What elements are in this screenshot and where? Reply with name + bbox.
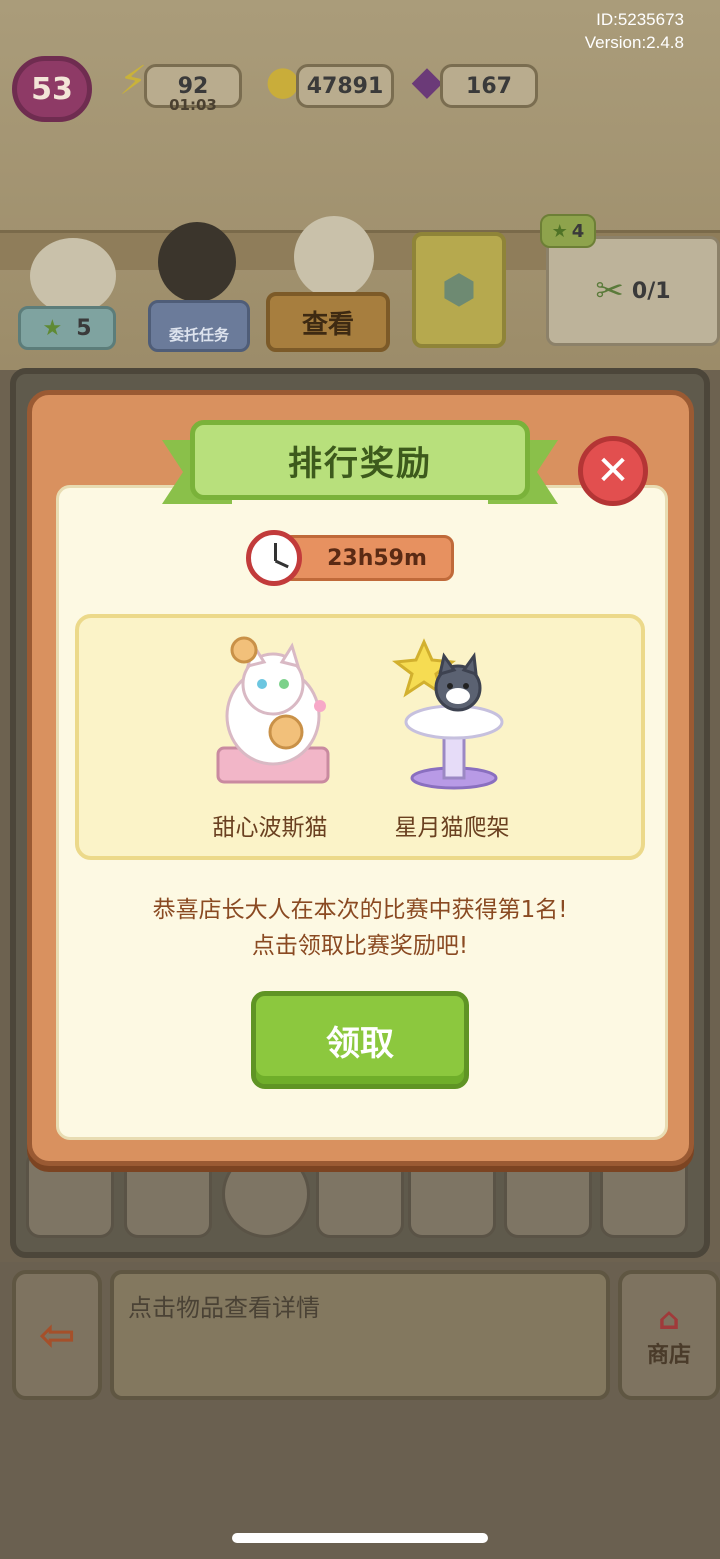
close-icon: ✕ xyxy=(596,448,630,494)
duck-builder-mascot[interactable] xyxy=(30,238,116,314)
dialog-title: 排行奖励 xyxy=(190,420,530,500)
coin-counter[interactable]: 47891 xyxy=(296,64,394,108)
exit-button[interactable]: ⇦ xyxy=(12,1270,102,1400)
shop-button[interactable]: ⌂ 商店 xyxy=(618,1270,720,1400)
star-count: 5 xyxy=(76,315,92,341)
countdown-timer: 23h59m xyxy=(282,535,454,581)
shop-label: 商店 xyxy=(646,1342,691,1368)
saw-icon: ✂ xyxy=(595,271,624,311)
energy-timer: 01:03 xyxy=(169,96,217,114)
version-label: Version:2.4.8 xyxy=(584,33,684,52)
persian-cat-figure-icon xyxy=(216,636,330,784)
hexagon-icon: ⬢ xyxy=(441,267,477,313)
clock-hand xyxy=(274,559,289,569)
star-icon: ★ xyxy=(551,220,568,242)
exit-arrow-icon: ⇦ xyxy=(38,1309,76,1361)
reward-name: 星月猫爬架 xyxy=(394,815,510,841)
reward-item-cat-tree[interactable] xyxy=(382,636,532,836)
claim-button[interactable]: 领取 xyxy=(251,991,469,1089)
gem-counter[interactable]: 167 xyxy=(440,64,538,108)
level-badge[interactable]: 53 xyxy=(12,56,92,122)
task-card[interactable]: ⬢ xyxy=(412,232,506,348)
duck-curly-mascot[interactable] xyxy=(158,222,236,302)
commission-task-button[interactable]: 委托任务 xyxy=(148,300,250,352)
home-indicator[interactable] xyxy=(232,1533,488,1543)
reward-list xyxy=(75,614,645,860)
tool-order-card[interactable]: ✂ 0/1 xyxy=(546,236,720,346)
star-counter[interactable]: ★ 5 xyxy=(18,306,116,350)
star-moon-cat-tree-icon xyxy=(392,638,504,790)
build-info: ID:5235673 Version:2.4.8 xyxy=(585,8,684,54)
message-line-2: 点击领取比赛奖励吧! xyxy=(251,933,469,959)
duck-officer-mascot[interactable] xyxy=(294,216,374,298)
item-detail-hint: 点击物品查看详情 xyxy=(110,1270,610,1400)
order-star-badge: ★ 4 xyxy=(540,214,596,248)
view-button[interactable]: 查看 xyxy=(266,292,390,352)
clock-icon xyxy=(246,530,302,586)
countdown-value: 23h59m xyxy=(327,545,427,571)
clock-hand xyxy=(274,543,277,561)
congratulation-message: 恭喜店长大人在本次的比赛中获得第1名! 点击领取比赛奖励吧! xyxy=(60,892,660,964)
player-id: ID:5235673 xyxy=(596,10,684,29)
order-progress: 0/1 xyxy=(631,278,671,304)
message-line-1: 恭喜店长大人在本次的比赛中获得第1名! xyxy=(152,897,568,923)
reward-item-persian-cat[interactable] xyxy=(198,636,348,836)
reward-name: 甜心波斯猫 xyxy=(212,815,328,841)
star-icon: ★ xyxy=(42,315,63,341)
order-star-count: 4 xyxy=(571,220,585,242)
shop-awning-icon: ⌂ xyxy=(658,1301,680,1337)
close-button[interactable]: ✕ xyxy=(578,436,648,506)
